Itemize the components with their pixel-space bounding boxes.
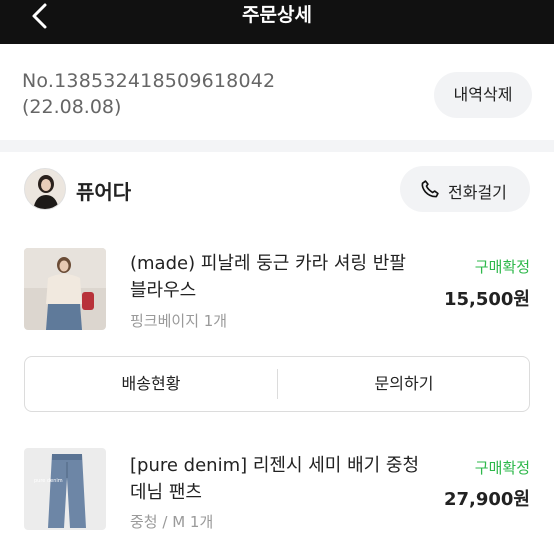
order-item[interactable]: pure denim [pure denim] 리젠시 세미 배기 중청 데님 … xyxy=(0,440,554,540)
shipping-status-button[interactable]: 배송현황 xyxy=(25,357,277,411)
product-price: 15,500원 xyxy=(443,289,530,310)
call-button-label: 전화걸기 xyxy=(448,183,507,202)
phone-icon xyxy=(421,180,439,198)
product-thumbnail[interactable]: pure denim xyxy=(24,448,106,530)
blouse-product-image xyxy=(24,248,106,330)
inquiry-button[interactable]: 문의하기 xyxy=(278,357,530,411)
shop-row: 퓨어다 전화걸기 xyxy=(0,152,554,224)
order-date: (22.08.08) xyxy=(22,96,122,118)
shop-avatar-image xyxy=(25,169,65,209)
shop-name[interactable]: 퓨어다 xyxy=(76,176,131,205)
product-price: 27,900원 xyxy=(443,489,530,510)
product-name[interactable]: (made) 피날레 둥근 카라 셔링 반팔 블라우스 xyxy=(130,250,420,304)
section-divider xyxy=(0,140,554,152)
order-number: No.138532418509618042 xyxy=(22,70,276,92)
order-header: No.138532418509618042 (22.08.08) 내역삭제 xyxy=(0,44,554,140)
top-bar: 주문상세 xyxy=(0,0,554,44)
shop-avatar[interactable] xyxy=(24,168,66,210)
call-button[interactable]: 전화걸기 xyxy=(400,166,530,212)
product-option: 중청 / M 1개 xyxy=(130,513,214,531)
svg-text:pure denim: pure denim xyxy=(34,478,63,484)
delete-history-button[interactable]: 내역삭제 xyxy=(434,72,532,118)
denim-product-image: pure denim xyxy=(24,448,106,530)
status-badge: 구매확정 xyxy=(474,459,530,477)
page-title: 주문상세 xyxy=(242,4,312,26)
order-item[interactable]: (made) 피날레 둥근 카라 셔링 반팔 블라우스 핑크베이지 1개 구매확… xyxy=(0,240,554,340)
order-action-bar: 배송현황 문의하기 xyxy=(24,356,530,412)
status-badge: 구매확정 xyxy=(474,258,530,276)
product-thumbnail[interactable] xyxy=(24,248,106,330)
product-name[interactable]: [pure denim] 리젠시 세미 배기 중청 데님 팬츠 xyxy=(130,452,420,506)
product-option: 핑크베이지 1개 xyxy=(130,312,228,330)
